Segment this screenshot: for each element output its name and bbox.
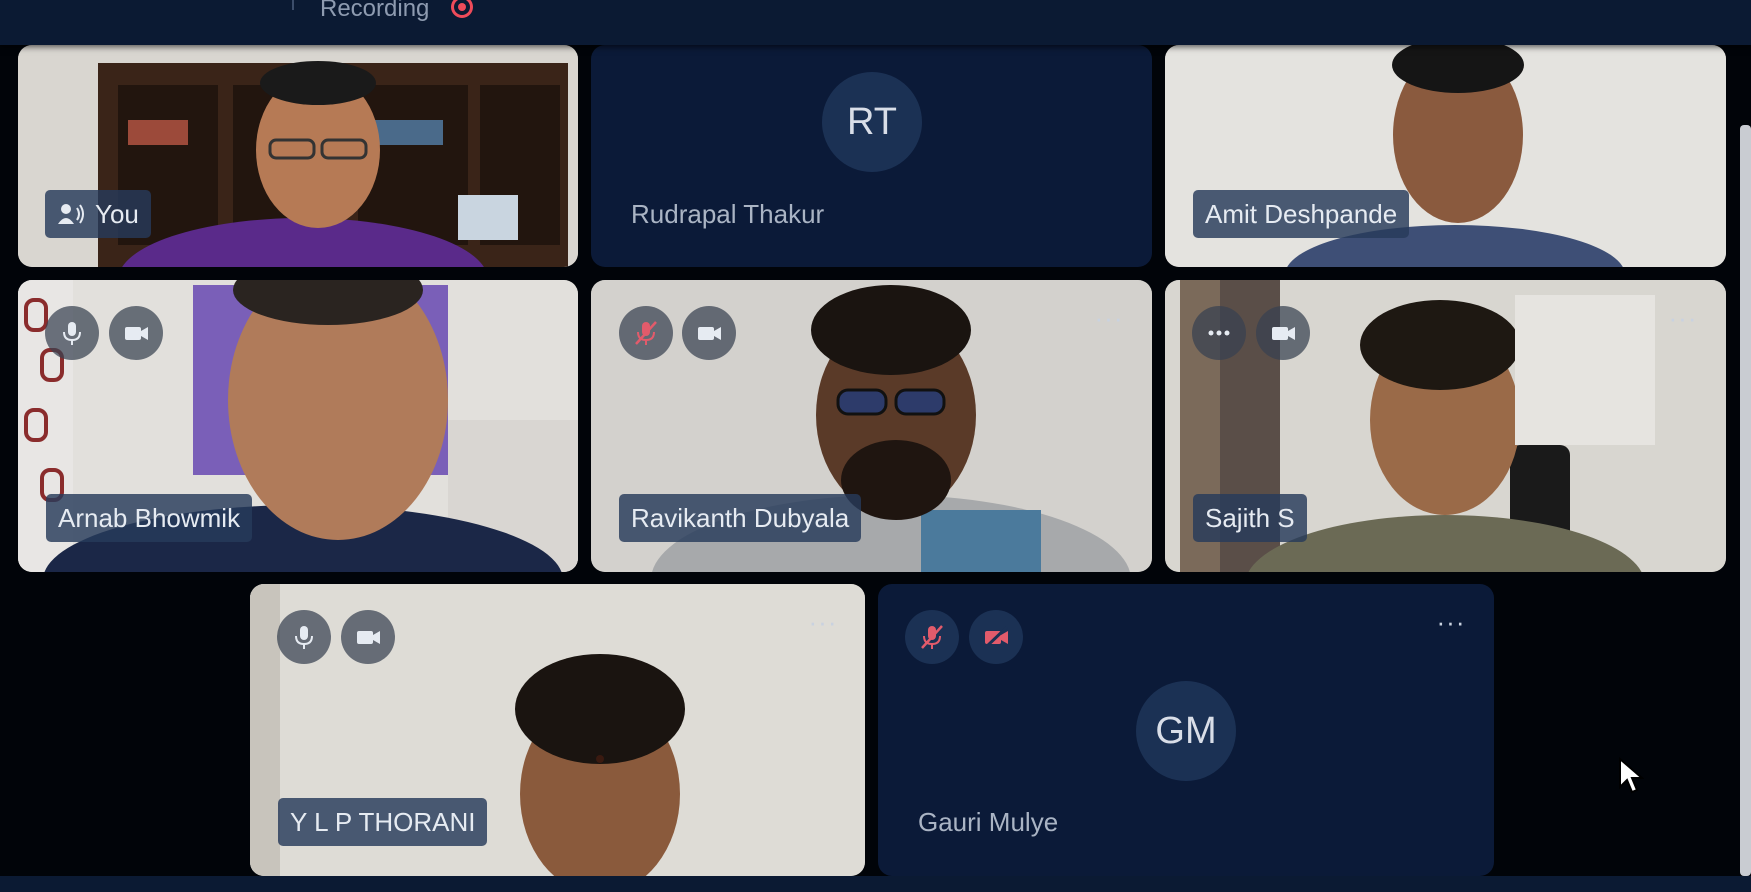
more-icon[interactable]: ··· xyxy=(803,609,843,635)
participant-avatar: RT xyxy=(822,72,922,172)
recording-label: Recording xyxy=(320,0,430,22)
mic-icon xyxy=(63,322,81,345)
participant-tile-amit[interactable]: Amit Deshpande xyxy=(1165,45,1726,267)
mic-toggle-button[interactable] xyxy=(905,610,959,664)
more-options-button[interactable] xyxy=(1192,306,1246,360)
participant-tile-you[interactable]: You xyxy=(18,45,578,267)
participant-name: Arnab Bhowmik xyxy=(46,494,253,542)
camera-icon xyxy=(125,327,148,340)
meeting-bottom-bar xyxy=(0,876,1751,892)
camera-toggle-button[interactable] xyxy=(341,610,395,664)
participant-name: Ravikanth Dubyala xyxy=(619,494,862,542)
participant-tile-rudrapal[interactable]: RT Rudrapal Thakur xyxy=(591,45,1152,267)
participant-tile-sajith[interactable]: ··· Sajith S xyxy=(1165,280,1726,572)
camera-off-icon xyxy=(983,625,1009,650)
participant-name: Sajith S xyxy=(1193,494,1307,542)
participant-name: Y L P THORANI xyxy=(278,798,488,846)
participant-tile-arnab[interactable]: Arnab Bhowmik xyxy=(18,280,578,572)
mic-toggle-button[interactable] xyxy=(45,306,99,360)
participant-tile-thorani[interactable]: ··· Y L P THORANI xyxy=(250,584,865,876)
camera-icon xyxy=(1272,327,1295,340)
speaker-icon xyxy=(58,204,84,224)
more-icon xyxy=(1208,330,1230,336)
camera-icon xyxy=(357,631,380,644)
camera-toggle-button[interactable] xyxy=(1256,306,1310,360)
meeting-top-bar: Recording xyxy=(0,0,1751,45)
more-icon[interactable]: ··· xyxy=(1663,305,1703,331)
mic-muted-icon xyxy=(635,321,657,345)
participant-name: Rudrapal Thakur xyxy=(631,199,825,229)
mic-muted-icon xyxy=(921,625,943,649)
participant-name: Amit Deshpande xyxy=(1193,190,1410,238)
mic-toggle-button[interactable] xyxy=(619,306,673,360)
mic-toggle-button[interactable] xyxy=(277,610,331,664)
scrollbar[interactable] xyxy=(1740,125,1751,876)
mic-icon xyxy=(295,626,313,649)
participant-avatar: GM xyxy=(1136,681,1236,781)
camera-toggle-button[interactable] xyxy=(969,610,1023,664)
top-bar-divider xyxy=(292,0,294,10)
more-icon[interactable]: ··· xyxy=(1431,609,1471,635)
participant-tile-gauri[interactable]: ··· GM Gauri Mulye xyxy=(878,584,1494,876)
more-icon[interactable]: ··· xyxy=(1089,305,1129,331)
participant-tile-ravikanth[interactable]: ··· Ravikanth Dubyala xyxy=(591,280,1152,572)
recording-icon[interactable] xyxy=(451,0,473,18)
cursor-icon xyxy=(1619,757,1644,794)
participant-name: Gauri Mulye xyxy=(918,807,1059,837)
camera-icon xyxy=(698,327,721,340)
camera-toggle-button[interactable] xyxy=(109,306,163,360)
participant-name-tag: You xyxy=(45,190,151,238)
participant-name: You xyxy=(95,199,139,229)
camera-toggle-button[interactable] xyxy=(682,306,736,360)
